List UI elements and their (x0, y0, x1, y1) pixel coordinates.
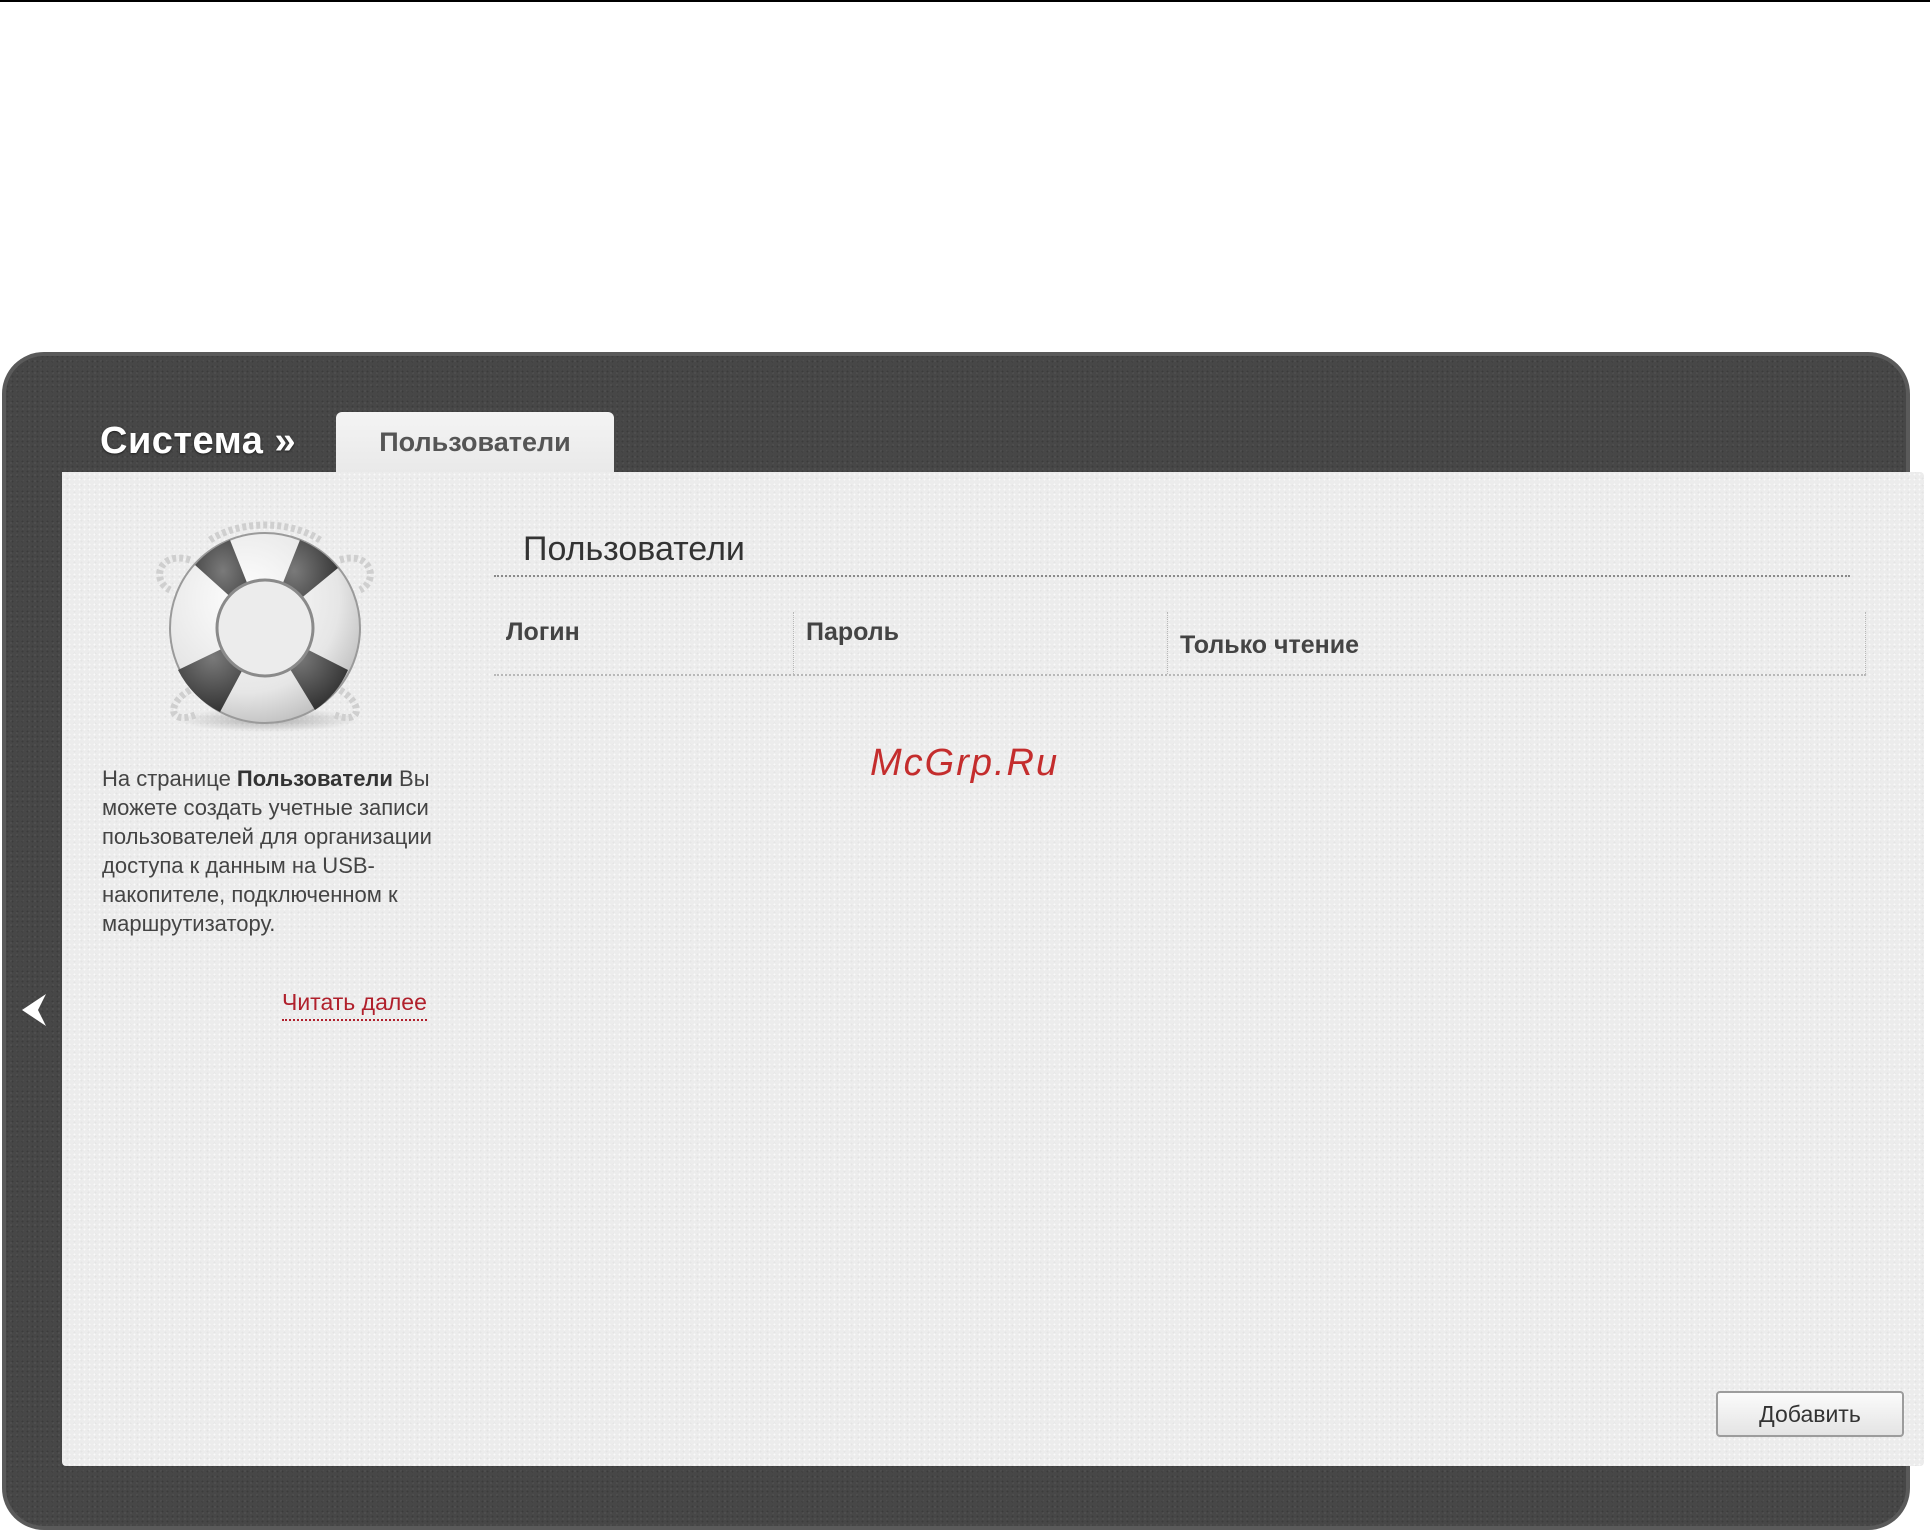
add-button[interactable]: Добавить (1716, 1391, 1904, 1437)
help-prefix: На странице (102, 766, 237, 791)
column-header-login[interactable]: Логин (494, 612, 794, 674)
users-table: Логин Пароль Только чтение (494, 612, 1866, 676)
lifebuoy-icon (150, 520, 380, 735)
watermark: McGrp.Ru (870, 742, 1060, 784)
help-text: На странице Пользователи Вы можете созда… (102, 764, 442, 938)
column-header-readonly[interactable]: Только чтение (1168, 612, 1866, 674)
top-rule (0, 0, 1930, 2)
read-more-link[interactable]: Читать далее (282, 989, 427, 1021)
help-body: Вы можете создать учетные записи пользов… (102, 766, 432, 936)
back-arrow-icon[interactable] (18, 990, 50, 1030)
section-title: Пользователи (523, 530, 745, 568)
tab-users[interactable]: Пользователи (336, 412, 614, 472)
column-header-password[interactable]: Пароль (794, 612, 1168, 674)
section-divider (494, 575, 1850, 577)
breadcrumb[interactable]: Система » (100, 420, 296, 463)
help-bold-term: Пользователи (236, 766, 393, 791)
